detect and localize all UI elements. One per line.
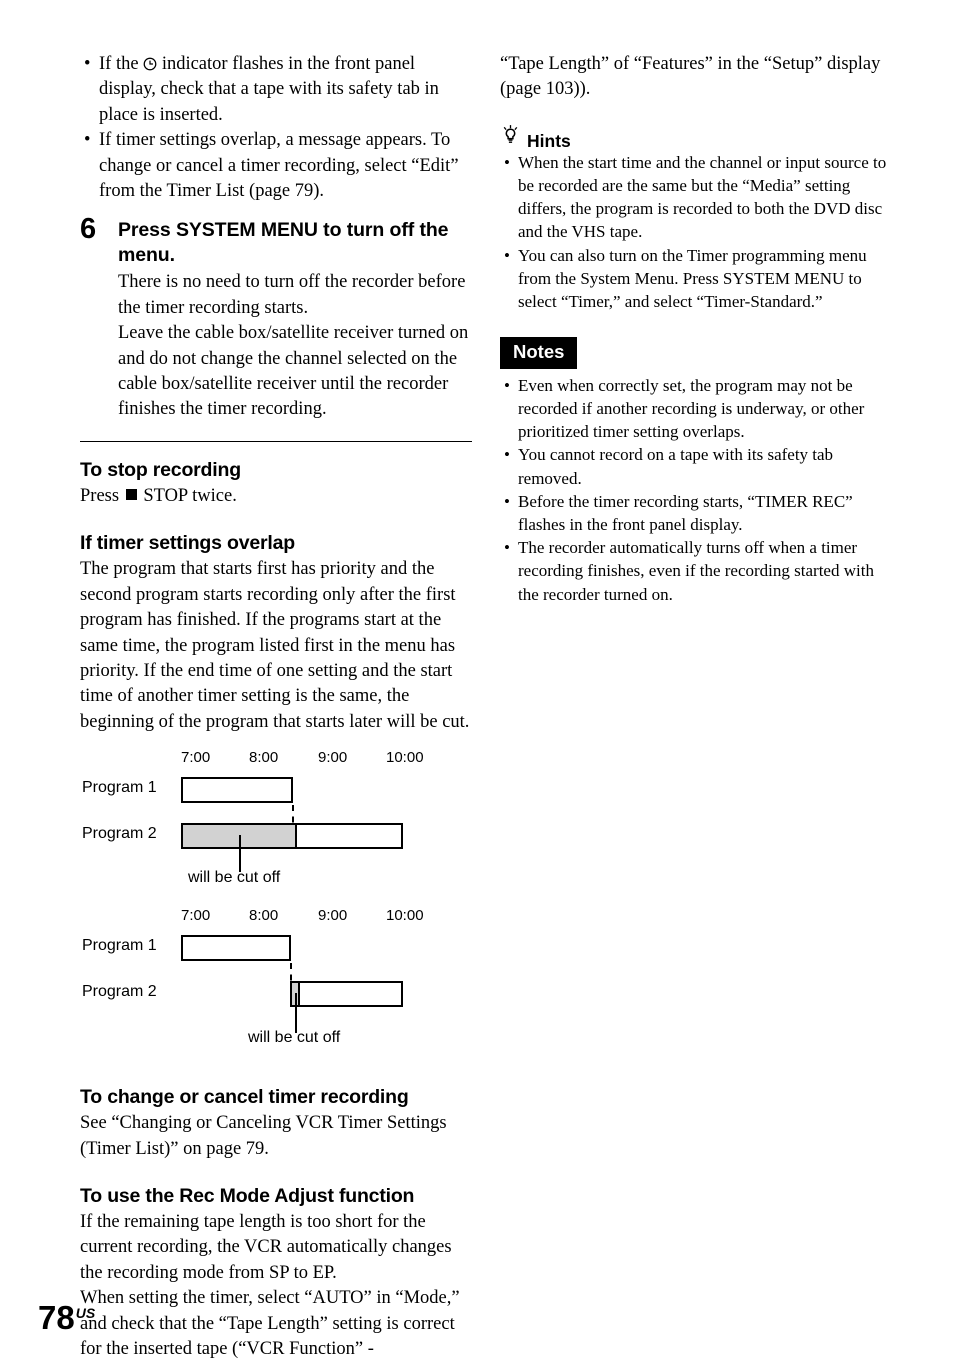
bullet-text-pre: If the: [99, 54, 144, 74]
tick-label-8: 8:00: [249, 907, 279, 925]
rec-mode-body: If the remaining tape length is too shor…: [80, 1211, 460, 1359]
notes-list: Even when correctly set, the program may…: [500, 374, 892, 606]
bar-program-2: [181, 823, 403, 850]
step-body: There is no need to turn off the recorde…: [118, 272, 469, 420]
left-column: If the indicator flashes in the front pa…: [80, 52, 472, 1362]
notes-label: Notes: [500, 337, 578, 369]
step-number: 6: [80, 213, 97, 246]
cut-caption: will be cut off: [248, 1029, 341, 1047]
continuation-paragraph: “Tape Length” of “Features” in the “Setu…: [500, 54, 881, 100]
tick-label-7: 7:00: [181, 749, 211, 767]
step-6: 6 Press SYSTEM MENU to turn off the menu…: [80, 213, 472, 422]
note-text: Before the timer recording starts, “TIME…: [518, 491, 853, 534]
stop-recording-text-post: STOP twice.: [138, 485, 237, 506]
note-text: You cannot record on a tape with its saf…: [518, 445, 834, 488]
document-page: If the indicator flashes in the front pa…: [0, 0, 954, 1359]
tick-label-9: 9:00: [318, 907, 348, 925]
bar-program-2: [290, 981, 403, 1008]
list-item: When the start time and the channel or i…: [500, 151, 892, 244]
list-item: If the indicator flashes in the front pa…: [80, 52, 472, 128]
bar-program-1: [181, 935, 291, 962]
row-label-program-2: Program 2: [82, 983, 157, 1001]
hints-label: Hints: [527, 130, 571, 151]
heading-if-timer-settings-overlap: If timer settings overlap: [80, 532, 295, 555]
hint-text: When the start time and the channel or i…: [518, 152, 887, 242]
tick-label-10: 10:00: [386, 749, 424, 767]
row-label-program-1: Program 1: [82, 937, 157, 955]
change-cancel-body: See “Changing or Canceling VCR Timer Set…: [80, 1113, 447, 1159]
timing-diagram-1: 7:00 8:00 9:00 10:00 Program 1 Program 2…: [80, 749, 472, 899]
tick-label-10: 10:00: [386, 907, 424, 925]
page-number-value: 78: [38, 1299, 75, 1336]
step-title: Press SYSTEM MENU to turn off the menu.: [118, 219, 449, 267]
heading-rec-mode-adjust: To use the Rec Mode Adjust function: [80, 1184, 415, 1207]
hints-header: Hints: [502, 123, 892, 150]
stop-square-icon: [125, 488, 137, 500]
section-divider: [80, 440, 472, 442]
row-label-program-1: Program 1: [82, 779, 157, 797]
page-number: 78US: [38, 1297, 95, 1334]
tick-label-8: 8:00: [249, 749, 279, 767]
list-item: You cannot record on a tape with its saf…: [500, 443, 892, 489]
hint-text: You can also turn on the Timer programmi…: [518, 245, 867, 312]
note-text: The recorder automatically turns off whe…: [518, 538, 874, 604]
tick-label-7: 7:00: [181, 907, 211, 925]
cut-leader-line: [295, 993, 297, 1034]
overlap-body: The program that starts first has priori…: [80, 559, 470, 732]
heading-to-change-or-cancel: To change or cancel timer recording: [80, 1086, 409, 1109]
list-item: The recorder automatically turns off whe…: [500, 536, 892, 606]
row-label-program-2: Program 2: [82, 825, 157, 843]
timer-indicator-icon: [143, 54, 157, 71]
hints-list: When the start time and the channel or i…: [500, 151, 892, 313]
stop-recording-text-pre: Press: [80, 485, 124, 506]
stop-recording-body: Press STOP twice.: [80, 484, 472, 509]
bar-program-1: [181, 777, 293, 804]
heading-to-stop-recording: To stop recording: [80, 458, 241, 481]
tick-label-9: 9:00: [318, 749, 348, 767]
right-column: “Tape Length” of “Features” in the “Setu…: [500, 52, 892, 606]
note-text: Even when correctly set, the program may…: [518, 375, 865, 442]
page-region-suffix: US: [75, 1305, 96, 1321]
cut-caption: will be cut off: [188, 869, 281, 887]
list-item: Before the timer recording starts, “TIME…: [500, 490, 892, 536]
list-item: If timer settings overlap, a message app…: [80, 128, 472, 204]
list-item: Even when correctly set, the program may…: [500, 374, 892, 444]
lightbulb-icon: [502, 123, 519, 150]
timing-diagram-2: 7:00 8:00 9:00 10:00 Program 1 Program 2…: [80, 907, 472, 1057]
top-bullet-list: If the indicator flashes in the front pa…: [80, 52, 472, 204]
list-item: You can also turn on the Timer programmi…: [500, 244, 892, 314]
cut-leader-line: [239, 835, 241, 873]
bullet-text: If timer settings overlap, a message app…: [99, 130, 459, 202]
